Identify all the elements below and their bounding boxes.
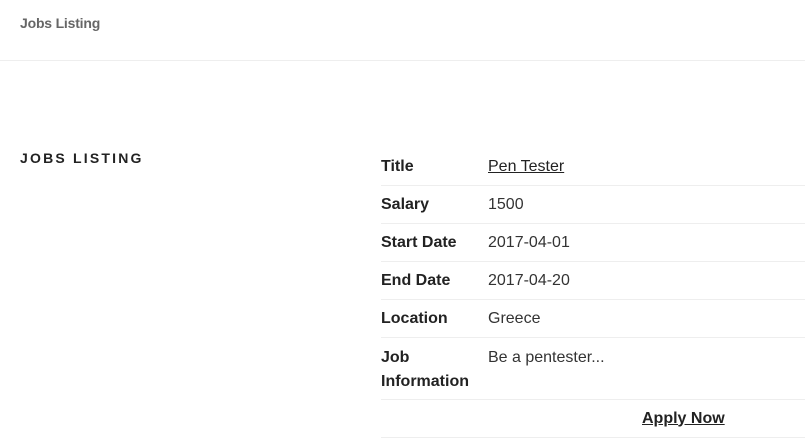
- job-details-table: Title Pen Tester Salary 1500 Start Date …: [381, 148, 805, 438]
- end-date-label: End Date: [381, 271, 451, 289]
- end-date-value: 2017-04-20: [488, 271, 570, 289]
- site-header: Jobs Listing: [0, 0, 805, 61]
- table-row: Start Date 2017-04-01: [381, 224, 805, 262]
- job-information-label: Job Information: [381, 349, 469, 390]
- start-date-label: Start Date: [381, 233, 457, 251]
- salary-value: 1500: [488, 195, 524, 213]
- title-value: Pen Tester: [488, 155, 564, 179]
- table-row: Location Greece: [381, 300, 805, 338]
- table-row: Salary 1500: [381, 186, 805, 224]
- table-row: Apply Now: [381, 400, 805, 438]
- apply-now-link[interactable]: Apply Now: [642, 410, 725, 428]
- site-title-link[interactable]: Jobs Listing: [20, 15, 100, 31]
- salary-label: Salary: [381, 195, 430, 213]
- start-date-value: 2017-04-01: [488, 233, 570, 251]
- table-row: Title Pen Tester: [381, 148, 805, 186]
- job-information-value: Be a pentester...: [488, 349, 605, 366]
- job-title-link[interactable]: Pen Tester: [488, 158, 564, 175]
- title-label: Title: [381, 157, 414, 175]
- section-heading: JOBS LISTING: [20, 150, 144, 166]
- location-label: Location: [381, 309, 448, 327]
- table-row: End Date 2017-04-20: [381, 262, 805, 300]
- location-value: Greece: [488, 309, 541, 327]
- table-row: Job Information Be a pentester...: [381, 338, 805, 400]
